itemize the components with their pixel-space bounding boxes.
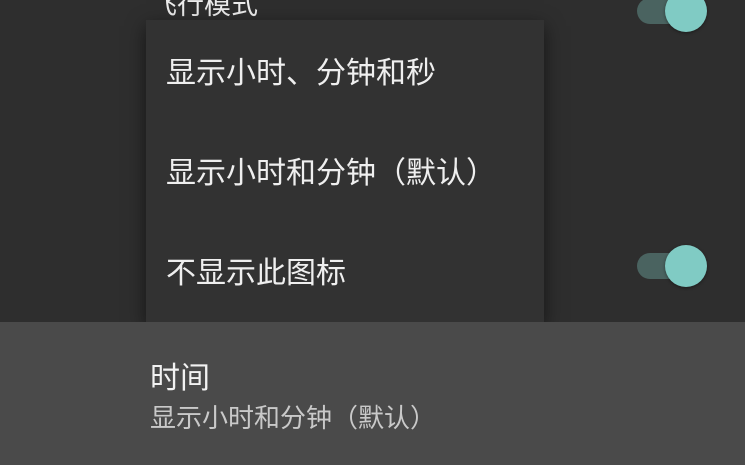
toggle-thumb	[665, 245, 707, 287]
time-setting-summary: 显示小时和分钟（默认）	[150, 404, 437, 434]
time-setting-row[interactable]: 时间 显示小时和分钟（默认）	[0, 322, 745, 465]
airplane-mode-toggle[interactable]	[637, 0, 707, 32]
time-format-popup-menu: 显示小时、分钟和秒 显示小时和分钟（默认） 不显示此图标	[146, 20, 544, 322]
option-show-hours-minutes-default[interactable]: 显示小时和分钟（默认）	[166, 154, 496, 194]
option-show-hours-minutes-seconds[interactable]: 显示小时、分钟和秒	[166, 54, 436, 94]
settings-screen: 飞行模式 显示小时、分钟和秒 显示小时和分钟（默认） 不显示此图标 时间 显示小…	[0, 0, 745, 465]
setting-toggle[interactable]	[637, 245, 707, 287]
toggle-thumb	[665, 0, 707, 32]
option-hide-icon[interactable]: 不显示此图标	[166, 254, 346, 294]
time-setting-title: 时间	[150, 361, 210, 396]
